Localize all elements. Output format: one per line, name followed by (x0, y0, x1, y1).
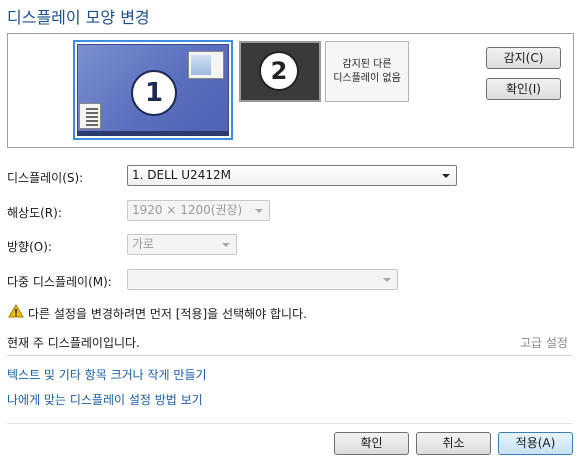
cancel-button[interactable]: 취소 (416, 432, 491, 455)
resolution-select-value: 1920 × 1200(권장) (132, 203, 243, 217)
orientation-select-value: 가로 (132, 237, 155, 251)
monitor-2-number: 2 (259, 51, 299, 91)
monitor-undetected-line2: 디스플레이 없음 (333, 73, 401, 84)
detect-button[interactable]: 감지(C) (486, 47, 561, 69)
advanced-settings-link[interactable]: 고급 설정 (520, 334, 568, 351)
text-size-link[interactable]: 텍스트 및 기타 항목 크거나 작게 만들기 (7, 366, 207, 383)
display-label: 디스플레이(S): (7, 171, 84, 185)
taskbar-thumbnail (77, 131, 229, 136)
warning-icon (8, 304, 24, 318)
resolution-select[interactable]: 1920 × 1200(권장) (127, 200, 270, 221)
resolution-label: 해상도(R): (7, 206, 62, 220)
identify-button[interactable]: 확인(I) (486, 78, 561, 100)
orientation-select[interactable]: 가로 (127, 234, 237, 255)
chevron-down-icon (222, 243, 230, 247)
chevron-down-icon (442, 174, 450, 178)
chevron-down-icon (255, 209, 263, 213)
document-thumbnail-icon (79, 103, 101, 129)
multiple-displays-select[interactable] (127, 269, 398, 290)
page-title: 디스플레이 모양 변경 (7, 8, 150, 27)
warning-message: 다른 설정을 변경하려면 먼저 [적용]을 선택해야 합니다. (28, 307, 307, 321)
orientation-label: 방향(O): (7, 240, 52, 254)
display-help-link[interactable]: 나에게 맞는 디스플레이 설정 방법 보기 (7, 391, 203, 408)
apply-button[interactable]: 적용(A) (498, 432, 573, 455)
display-select-value: 1. DELL U2412M (132, 168, 231, 182)
chevron-down-icon (383, 278, 391, 282)
monitor-undetected-line1: 감지된 다른 (342, 59, 392, 70)
main-display-status: 현재 주 디스플레이입니다. (7, 336, 140, 350)
monitor-1-number: 1 (131, 70, 177, 116)
monitor-undetected[interactable]: 감지된 다른 디스플레이 없음 (325, 41, 409, 102)
multiple-displays-label: 다중 디스플레이(M): (7, 275, 112, 289)
display-select[interactable]: 1. DELL U2412M (127, 165, 457, 186)
ok-button[interactable]: 확인 (334, 432, 409, 455)
footer-divider (7, 423, 573, 424)
window-thumbnail-icon (188, 51, 224, 79)
divider (7, 355, 573, 356)
